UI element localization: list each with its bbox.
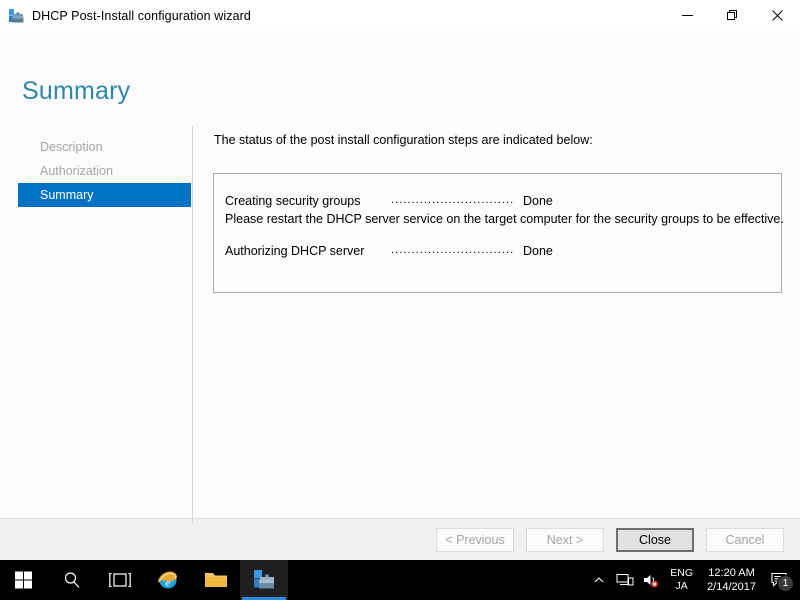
sidebar-item-description[interactable]: Description bbox=[0, 135, 192, 159]
wizard-page: Summary Description Authorization Summar… bbox=[0, 31, 800, 524]
status-note-restart: Please restart the DHCP server service o… bbox=[225, 212, 784, 226]
dhcp-wizard-icon[interactable] bbox=[240, 560, 288, 600]
status-leader-dots: ...................................... bbox=[391, 194, 513, 206]
status-value: Done bbox=[523, 244, 553, 258]
status-label: Creating security groups bbox=[225, 194, 361, 208]
restore-button[interactable] bbox=[710, 0, 755, 31]
cancel-button[interactable]: Cancel bbox=[706, 527, 784, 552]
sidebar-item-authorization[interactable]: Authorization bbox=[0, 159, 192, 183]
clock[interactable]: 12:20 AM 2/14/2017 bbox=[699, 560, 764, 600]
system-tray: ENG JA 12:20 AM 2/14/2017 1 bbox=[586, 560, 800, 600]
window-controls bbox=[665, 0, 800, 31]
status-box: Creating security groups ...............… bbox=[213, 173, 784, 293]
clock-time: 12:20 AM bbox=[708, 567, 755, 579]
notification-badge: 1 bbox=[777, 575, 794, 592]
sidebar-item-summary[interactable]: Summary bbox=[18, 183, 191, 207]
wizard-step-nav: Description Authorization Summary bbox=[0, 135, 192, 207]
network-icon[interactable] bbox=[612, 560, 638, 600]
status-value: Done bbox=[523, 194, 553, 208]
language-secondary: JA bbox=[675, 580, 688, 592]
close-wizard-button[interactable]: Close bbox=[616, 527, 694, 552]
status-label: Authorizing DHCP server bbox=[225, 244, 365, 258]
previous-button[interactable]: < Previous bbox=[436, 527, 514, 552]
content-area: The status of the post install configura… bbox=[213, 126, 784, 293]
page-title: Summary bbox=[22, 77, 131, 105]
close-button[interactable] bbox=[755, 0, 800, 31]
status-intro-text: The status of the post install configura… bbox=[214, 133, 593, 147]
action-center-icon[interactable]: 1 bbox=[764, 560, 796, 600]
svg-text:e: e bbox=[166, 577, 171, 589]
status-leader-dots: ...................................... bbox=[391, 244, 513, 256]
nav-divider bbox=[192, 126, 193, 524]
windows-start-icon[interactable] bbox=[0, 560, 48, 600]
next-button[interactable]: Next > bbox=[526, 527, 604, 552]
file-explorer-icon[interactable] bbox=[192, 560, 240, 600]
dhcp-toolbox-icon bbox=[8, 8, 24, 24]
clock-date: 2/14/2017 bbox=[707, 581, 756, 593]
wizard-footer: < Previous Next > Close Cancel bbox=[0, 518, 800, 560]
input-language-indicator[interactable]: ENG JA bbox=[664, 560, 699, 600]
status-row-security-groups: Creating security groups ...............… bbox=[225, 194, 763, 208]
wizard-window: DHCP Post-Install configuration wizard S… bbox=[0, 0, 800, 560]
volume-muted-icon[interactable] bbox=[638, 560, 664, 600]
minimize-button[interactable] bbox=[665, 0, 710, 31]
title-bar: DHCP Post-Install configuration wizard bbox=[0, 0, 800, 31]
task-view-icon[interactable] bbox=[96, 560, 144, 600]
status-row-authorizing-server: Authorizing DHCP server ................… bbox=[225, 244, 763, 258]
search-icon[interactable] bbox=[48, 560, 96, 600]
internet-explorer-icon[interactable]: e bbox=[144, 560, 192, 600]
status-spacer bbox=[225, 226, 763, 244]
windows-taskbar: e ENG JA 12:20 AM 2/14/2017 1 bbox=[0, 560, 800, 600]
window-title: DHCP Post-Install configuration wizard bbox=[32, 8, 251, 23]
language-primary: ENG bbox=[670, 567, 694, 579]
show-hidden-icons-chevron[interactable] bbox=[586, 560, 612, 600]
